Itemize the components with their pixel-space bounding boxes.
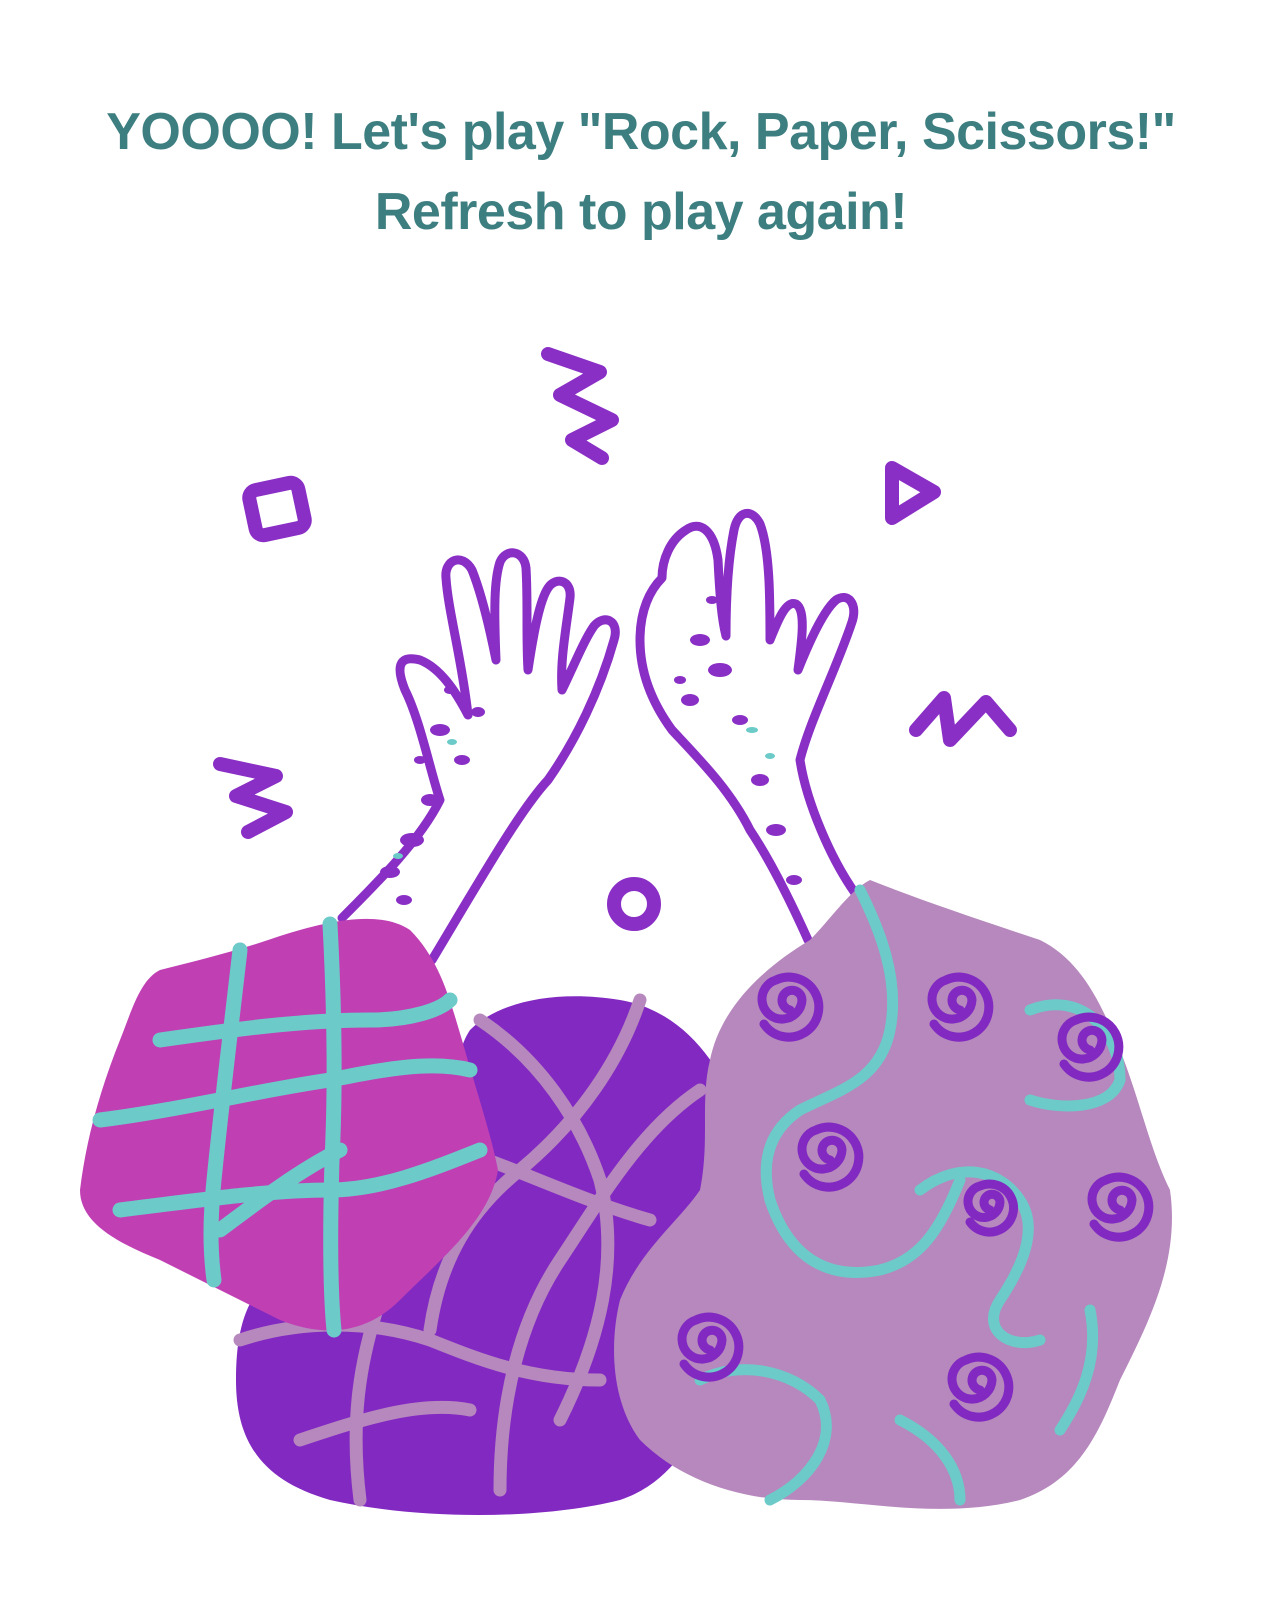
heading-line-2: Refresh to play again!	[374, 183, 908, 241]
triangle-doodle-icon	[885, 461, 941, 525]
zigzag-left-icon	[213, 757, 293, 839]
heading-line-1: YOOOO! Let's play "Rock, Paper, Scissors…	[106, 103, 1176, 161]
left-hand-icon	[337, 548, 620, 965]
right-hand-icon	[635, 509, 865, 945]
square-doodle-icon	[242, 475, 312, 543]
lilac-rock	[614, 880, 1172, 1509]
rock-paper-scissors-illustration	[80, 347, 1172, 1515]
zigzag-top-icon	[541, 347, 619, 465]
zigzag-right-icon	[909, 691, 1017, 747]
game-heading: YOOOO! Let's play "Rock, Paper, Scissors…	[0, 92, 1282, 252]
circle-doodle-icon	[607, 877, 661, 931]
